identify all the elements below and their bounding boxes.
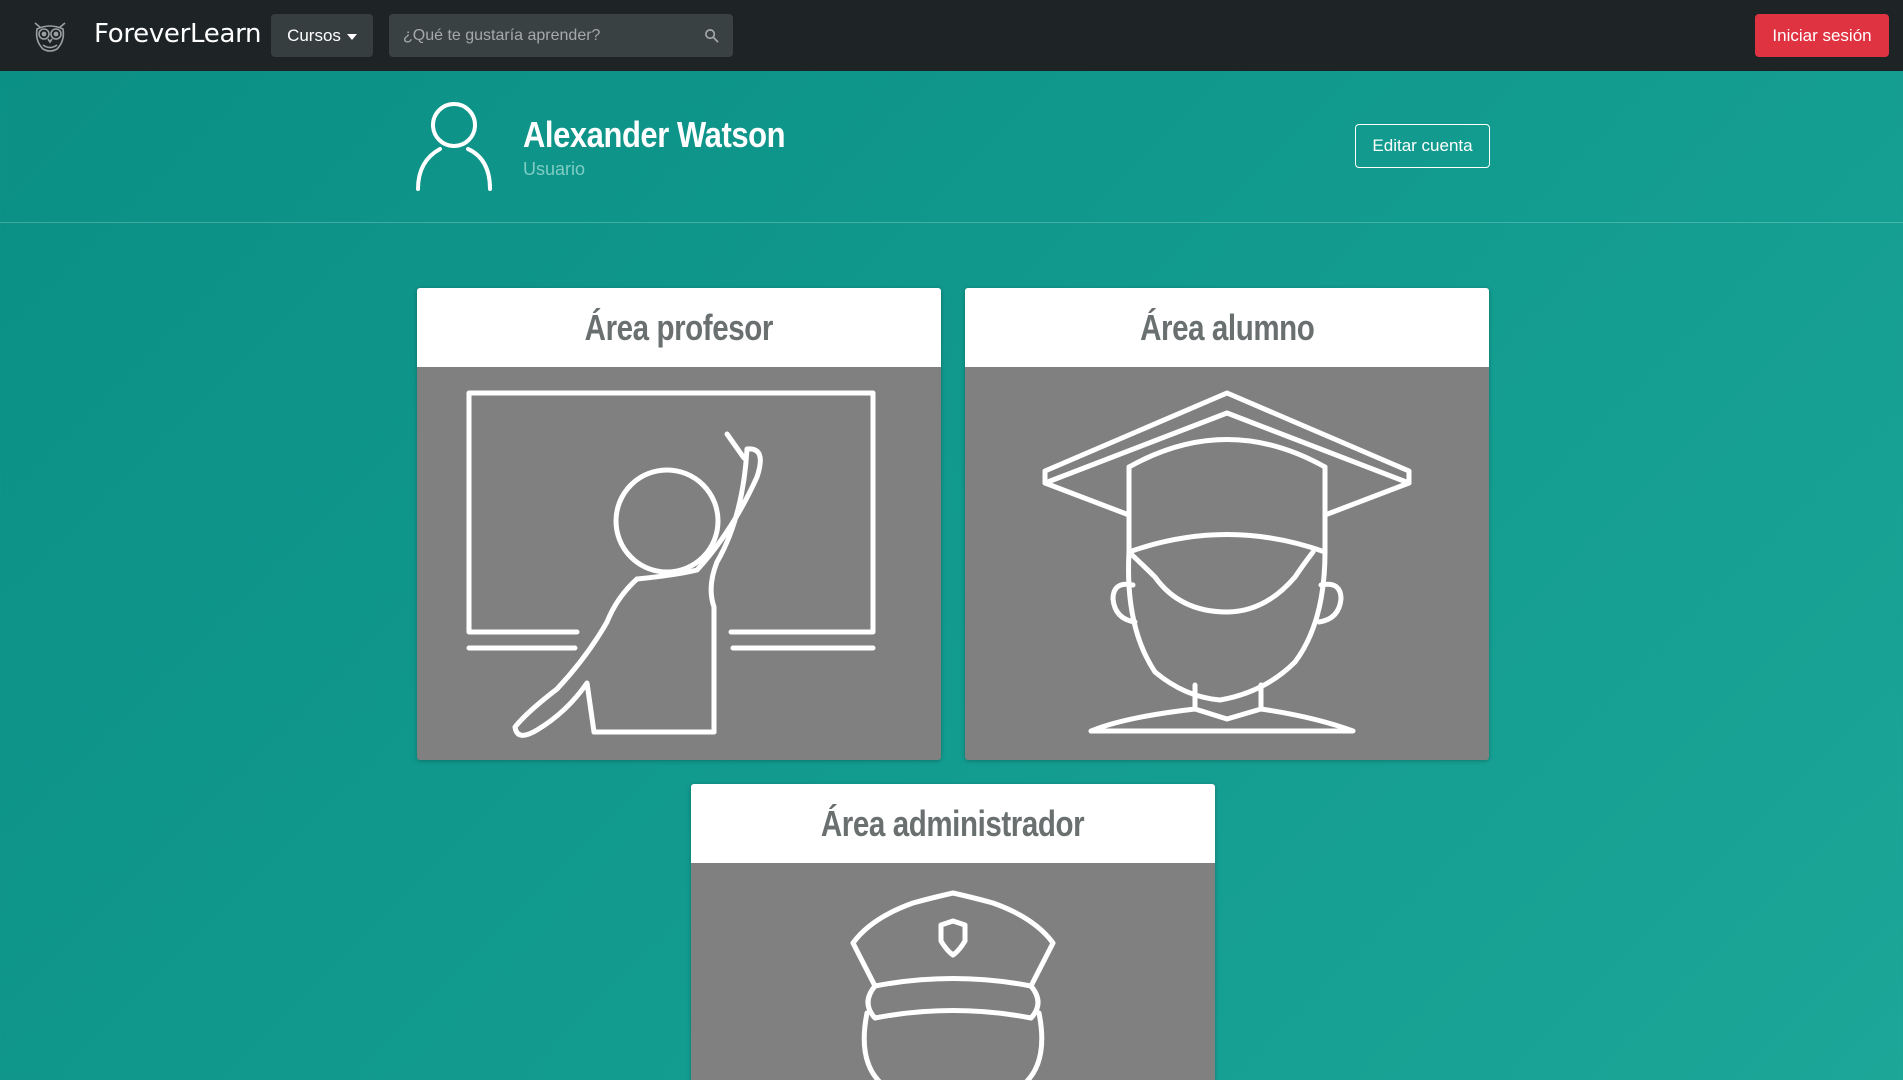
student-area-title: Área alumno [1139, 306, 1315, 348]
teacher-area-card[interactable]: Área profesor [417, 288, 941, 760]
profile-header: Alexander Watson Usuario Editar cuenta [0, 71, 1903, 223]
teacher-at-board-icon [466, 390, 876, 738]
card-image [965, 367, 1489, 760]
graduate-student-icon [1042, 390, 1412, 734]
user-name: Alexander Watson [523, 114, 786, 155]
brand-name[interactable]: ForeverLearn [94, 19, 262, 49]
card-header: Área alumno [965, 288, 1489, 367]
card-header: Área administrador [691, 784, 1215, 863]
user-outline-icon [416, 102, 492, 191]
login-button[interactable]: Iniciar sesión [1755, 14, 1889, 57]
card-image [417, 367, 941, 760]
edit-account-button[interactable]: Editar cuenta [1355, 124, 1490, 168]
admin-area-title: Área administrador [821, 802, 1085, 844]
chevron-down-icon [346, 33, 357, 40]
teacher-area-title: Área profesor [584, 306, 774, 348]
student-area-card[interactable]: Área alumno [965, 288, 1489, 760]
card-header: Área profesor [417, 288, 941, 367]
search-box [389, 14, 733, 57]
courses-dropdown-button[interactable]: Cursos [271, 14, 373, 57]
admin-area-card[interactable]: Área administrador [691, 784, 1215, 1080]
courses-dropdown-label: Cursos [287, 25, 341, 45]
police-officer-icon [850, 890, 1056, 1080]
search-icon[interactable] [704, 28, 719, 43]
user-role: Usuario [523, 159, 586, 179]
search-input[interactable] [389, 14, 689, 57]
top-navbar: ForeverLearn Cursos Iniciar sesión [0, 0, 1903, 71]
owl-logo-icon[interactable] [31, 17, 69, 55]
card-image [691, 863, 1215, 1080]
